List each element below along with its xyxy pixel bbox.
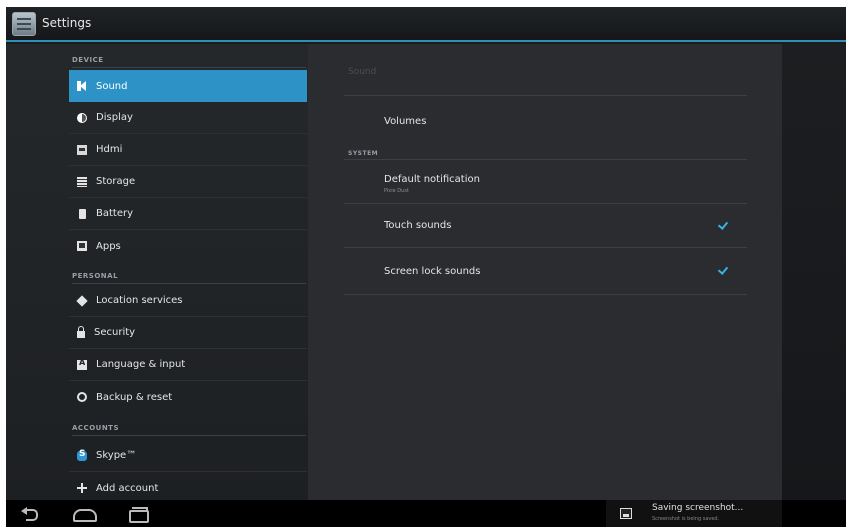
sidebar-item-hdmi[interactable]: Hdmi xyxy=(69,134,307,166)
settings-headers-pane: DEVICE Sound Display Hdmi Storage Batter… xyxy=(6,44,308,500)
speaker-icon xyxy=(77,81,87,91)
back-icon[interactable] xyxy=(20,506,42,521)
sidebar-item-display[interactable]: Display xyxy=(69,102,307,134)
screen-lock-sounds-checkbox[interactable] xyxy=(717,265,727,275)
sidebar-item-skype[interactable]: Skype™ xyxy=(69,440,307,472)
volumes-item[interactable]: Volumes xyxy=(344,96,747,140)
battery-icon xyxy=(79,208,86,219)
notification-subtitle: Screenshot is being saved. xyxy=(652,516,720,522)
lock-icon xyxy=(77,325,85,338)
home-icon[interactable] xyxy=(72,506,97,522)
touch-sounds-checkbox[interactable] xyxy=(717,220,727,230)
screen-lock-sounds-item[interactable]: Screen lock sounds xyxy=(344,249,747,295)
section-header-accounts: ACCOUNTS xyxy=(72,420,306,436)
section-header-device: DEVICE xyxy=(72,52,306,68)
apps-icon xyxy=(77,241,87,251)
sidebar-item-label: Backup & reset xyxy=(96,391,173,403)
sidebar-item-label: Add account xyxy=(96,482,159,494)
backup-icon xyxy=(77,392,87,402)
touch-sounds-title: Touch sounds xyxy=(384,220,452,231)
sidebar-item-label: Security xyxy=(94,327,136,338)
pane-heading: Sound xyxy=(348,67,377,77)
touch-sounds-item[interactable]: Touch sounds xyxy=(344,205,747,248)
sidebar-item-location-services[interactable]: Location services xyxy=(69,285,307,317)
default-notification-title: Default notification xyxy=(384,174,480,185)
settings-app-icon[interactable] xyxy=(12,12,36,36)
sidebar-item-battery[interactable]: Battery xyxy=(69,198,307,230)
language-icon xyxy=(77,358,87,370)
sidebar-item-label: Hdmi xyxy=(96,144,123,155)
background-edge xyxy=(782,44,846,500)
sidebar-item-storage[interactable]: Storage xyxy=(69,166,307,198)
system-bar: Saving screenshot... Screenshot is being… xyxy=(6,500,846,527)
display-icon xyxy=(77,112,87,123)
sidebar-item-label: Skype™ xyxy=(96,450,137,461)
action-bar: Settings xyxy=(6,7,846,42)
sidebar-item-label: Battery xyxy=(96,208,134,219)
sidebar-item-label: Storage xyxy=(96,176,136,187)
hdmi-icon xyxy=(77,144,87,155)
skype-icon xyxy=(77,449,87,461)
default-notification-summary: Pixie Dust xyxy=(384,188,409,194)
screenshot-notification[interactable]: Saving screenshot... Screenshot is being… xyxy=(606,500,782,527)
image-icon xyxy=(620,508,632,519)
section-header-system: SYSTEM xyxy=(348,150,379,157)
volumes-title: Volumes xyxy=(384,116,427,127)
notification-title: Saving screenshot... xyxy=(652,503,744,513)
sidebar-item-label: Location services xyxy=(96,295,183,306)
sidebar-item-apps[interactable]: Apps xyxy=(69,230,307,262)
sidebar-item-label: Display xyxy=(96,112,133,123)
sidebar-item-label: Language & input xyxy=(96,359,186,370)
screen-lock-sounds-title: Screen lock sounds xyxy=(384,266,481,277)
sound-settings-pane: Sound Volumes SYSTEM Default notificatio… xyxy=(308,44,782,500)
recent-apps-icon[interactable] xyxy=(126,506,149,523)
storage-icon xyxy=(77,176,87,187)
add-icon xyxy=(77,483,87,493)
default-notification-item[interactable]: Default notification Pixie Dust xyxy=(344,160,747,204)
sidebar-item-label: Sound xyxy=(96,80,128,92)
sidebar-item-language-input[interactable]: Language & input xyxy=(69,349,307,381)
sidebar-item-label: Apps xyxy=(96,240,121,252)
sidebar-item-backup-reset[interactable]: Backup & reset xyxy=(69,381,307,413)
tablet-screen: Settings DEVICE Sound Display Hdmi Stora… xyxy=(6,7,846,527)
sidebar-item-sound[interactable]: Sound xyxy=(69,70,307,102)
sidebar-item-security[interactable]: Security xyxy=(69,317,307,349)
location-icon xyxy=(76,294,88,307)
section-header-personal: PERSONAL xyxy=(72,268,306,284)
app-title: Settings xyxy=(42,16,92,30)
